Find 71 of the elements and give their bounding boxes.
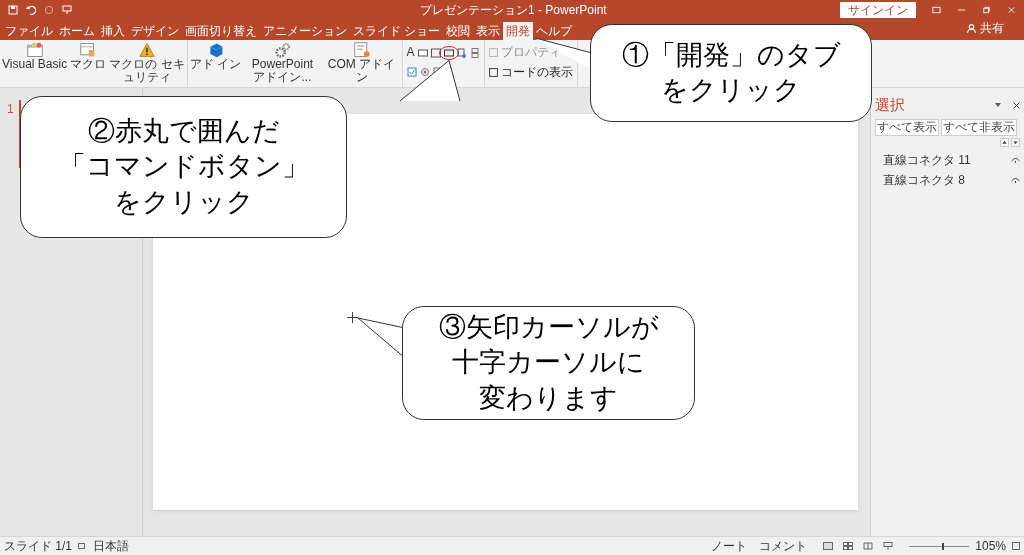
window-title: プレゼンテーション1 - PowerPoint (420, 3, 607, 17)
slide-thumbnail[interactable] (18, 100, 21, 168)
reading-view-icon[interactable] (863, 542, 874, 550)
ribbon-tab[interactable]: ホーム (56, 22, 98, 40)
frame-icon[interactable] (430, 47, 441, 58)
ribbon-tab[interactable]: スライド ショー (350, 22, 444, 40)
pane-button[interactable]: すべて非表示 (941, 118, 1017, 136)
slideshow-icon[interactable] (883, 542, 894, 550)
warning-icon (138, 42, 157, 58)
ribbon-tab[interactable]: デザイン (128, 22, 182, 40)
ribbon-button[interactable]: アド イン (190, 42, 242, 71)
grid-view-icon[interactable] (843, 542, 854, 550)
image-icon[interactable] (456, 47, 467, 58)
zoom-level[interactable]: 105% (975, 537, 1006, 555)
slide-counter: スライド 1/1 (4, 538, 72, 555)
restore-icon[interactable] (982, 6, 991, 14)
ribbon-button[interactable]: PowerPoint アドイン... (244, 42, 321, 84)
ribbon-button[interactable]: Visual Basic (2, 42, 68, 71)
gear-icon (273, 42, 292, 58)
callout-text: ②赤丸で囲んだ (87, 115, 280, 149)
callout-text: 変わります (479, 381, 618, 415)
ribbon-display-icon[interactable] (932, 6, 941, 14)
ribbon-tab[interactable]: アニメーション (260, 22, 350, 40)
pane-title: 選択 (875, 95, 905, 115)
ribbon-button[interactable]: マクロ (70, 42, 107, 71)
eye-icon[interactable] (1011, 156, 1020, 163)
text-box-icon[interactable] (417, 47, 428, 58)
presentation-icon[interactable] (62, 5, 72, 15)
shape-name[interactable]: 直線コネクタ 8 (883, 170, 965, 189)
slide-number: 1 (7, 101, 14, 118)
checkbox-icon[interactable] (406, 67, 417, 77)
dropdown-icon[interactable] (995, 103, 1001, 108)
notes-button[interactable]: ノート (711, 537, 748, 555)
move-down-icon[interactable] (1011, 137, 1020, 147)
callout-text: をクリック (113, 185, 254, 219)
ribbon-tab[interactable]: ヘルプ (533, 22, 576, 40)
ribbon-button[interactable]: マクロの セキュリティ (109, 42, 186, 84)
ribbon-button[interactable]: COM アドイン (323, 42, 400, 84)
normal-view-icon[interactable] (823, 542, 834, 550)
ribbon-tab[interactable]: 開発 (503, 22, 534, 40)
undo-icon[interactable] (26, 5, 36, 15)
command-button-icon[interactable] (443, 47, 454, 58)
crosshair-cursor-icon (347, 312, 358, 323)
eye-icon[interactable] (1011, 176, 1020, 183)
fit-slide-icon[interactable] (1012, 542, 1020, 550)
language-label[interactable]: 日本語 (93, 537, 129, 555)
sign-in-button[interactable]: サインイン (840, 2, 916, 18)
person-icon (967, 23, 976, 33)
comments-button[interactable]: コメント (759, 537, 808, 555)
command-button[interactable]: コードの表示 (488, 65, 573, 79)
ribbon-tab[interactable]: 挿入 (98, 22, 128, 40)
save-icon[interactable] (8, 5, 18, 15)
ribbon-tab[interactable]: 表示 (473, 22, 504, 40)
ribbon-tab[interactable]: ファイル (2, 22, 56, 40)
ribbon-tab[interactable]: 画面切り替え (182, 22, 260, 40)
pane-button[interactable]: すべて表示 (875, 118, 939, 136)
move-up-icon[interactable] (1000, 137, 1009, 147)
shape-name[interactable]: 直線コネクタ 11 (883, 150, 971, 169)
callout-text: ③矢印カーソルが (438, 311, 659, 345)
callout-text: ①「開発」のタブ (621, 38, 841, 72)
ribbon-tab[interactable]: 校閲 (443, 22, 474, 40)
radio-icon[interactable] (419, 67, 430, 77)
label-control[interactable]: A (406, 46, 415, 59)
zoom-thumb[interactable] (942, 542, 945, 550)
callout-text: 「コマンドボタン」 (58, 150, 309, 184)
close-icon[interactable] (1013, 101, 1020, 109)
spin-icon[interactable] (469, 47, 480, 58)
callout-text: 十字カーソルに (452, 346, 645, 380)
highlight-ring (438, 45, 459, 60)
callout-text: をクリック (661, 74, 801, 107)
share-button[interactable]: 共有 (980, 19, 1004, 37)
